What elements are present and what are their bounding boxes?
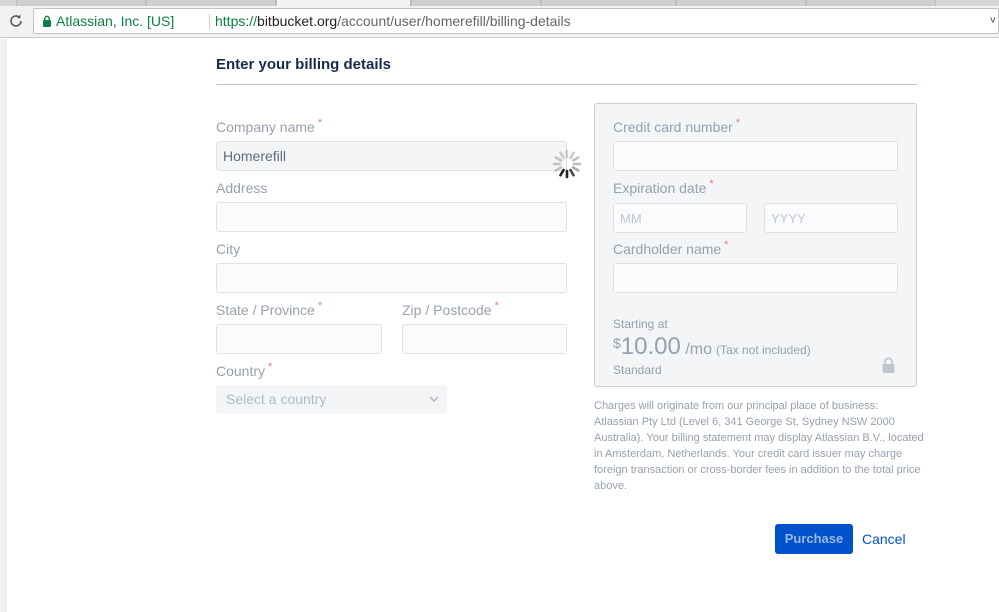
address-separator: [209, 14, 210, 29]
tax-note: (Tax not included): [715, 343, 811, 357]
price-display: $10.00 /mo (Tax not included): [613, 333, 811, 361]
plan-name: Standard: [613, 363, 662, 377]
cardholder-label: Cardholder name *: [613, 239, 729, 257]
purchase-button[interactable]: Purchase: [775, 524, 853, 554]
page-left-edge: [0, 39, 7, 612]
expiry-year-placeholder: YYYY: [771, 211, 806, 226]
required-marker: *: [317, 117, 323, 129]
card-number-label: Credit card number *: [613, 117, 741, 135]
cardholder-input[interactable]: [613, 263, 898, 293]
company-name-label-text: Company name: [216, 119, 315, 135]
chevron-down-icon: [429, 396, 439, 403]
url-host: bitbucket.org: [257, 13, 338, 29]
zip-label-text: Zip / Postcode: [402, 302, 492, 318]
lock-icon: [882, 357, 895, 373]
reload-icon[interactable]: [8, 13, 24, 29]
required-marker: *: [317, 300, 323, 312]
address-label: Address: [216, 180, 268, 196]
city-label: City: [216, 241, 241, 257]
country-label: Country *: [216, 361, 273, 379]
state-label-text: State / Province: [216, 302, 315, 318]
required-marker: *: [735, 117, 741, 129]
chevron-down-icon[interactable]: ˅: [990, 9, 996, 33]
expiration-label-text: Expiration date: [613, 180, 707, 196]
address-input[interactable]: [216, 202, 567, 232]
country-select[interactable]: Select a country: [216, 385, 447, 414]
title-divider: [216, 84, 917, 85]
state-label: State / Province *: [216, 300, 323, 318]
page-title: Enter your billing details: [216, 56, 392, 73]
cardholder-label-text: Cardholder name: [613, 241, 722, 257]
city-input[interactable]: [216, 263, 567, 293]
billing-disclaimer: Charges will originate from our principa…: [594, 400, 924, 492]
url-scheme: https://: [215, 13, 258, 29]
url-path: /account/user/homerefill/billing-details: [337, 13, 571, 29]
zip-label: Zip / Postcode *: [402, 300, 499, 318]
site-identity[interactable]: Atlassian, Inc. [US]: [56, 9, 174, 33]
required-marker: *: [494, 300, 499, 312]
required-marker: *: [709, 178, 714, 190]
expiry-year-input[interactable]: YYYY: [764, 203, 898, 233]
company-name-label: Company name *: [216, 117, 323, 135]
required-marker: *: [268, 361, 273, 373]
lock-icon: [43, 15, 51, 27]
expiry-month-placeholder: MM: [620, 211, 642, 226]
address-bar[interactable]: Atlassian, Inc. [US] https://bitbucket.o…: [33, 8, 999, 34]
url-text[interactable]: https://bitbucket.org/account/user/homer…: [215, 9, 571, 33]
card-number-input[interactable]: [613, 141, 898, 171]
card-number-label-text: Credit card number: [613, 119, 733, 135]
required-marker: *: [724, 239, 729, 251]
starting-at-label: Starting at: [613, 317, 668, 331]
zip-input[interactable]: [402, 324, 567, 354]
country-select-value: Select a country: [226, 391, 327, 407]
expiration-label: Expiration date *: [613, 178, 714, 196]
cancel-link[interactable]: Cancel: [862, 524, 906, 554]
price-period: /mo: [685, 341, 712, 358]
country-label-text: Country: [216, 363, 266, 379]
browser-toolbar: Atlassian, Inc. [US] https://bitbucket.o…: [0, 6, 999, 38]
company-name-input[interactable]: Homerefill: [216, 141, 567, 171]
loading-spinner-icon: [552, 149, 582, 179]
price-amount: 10.00: [620, 333, 681, 360]
state-input[interactable]: [216, 324, 382, 354]
expiry-month-input[interactable]: MM: [613, 203, 747, 233]
price-currency: $: [613, 335, 621, 351]
